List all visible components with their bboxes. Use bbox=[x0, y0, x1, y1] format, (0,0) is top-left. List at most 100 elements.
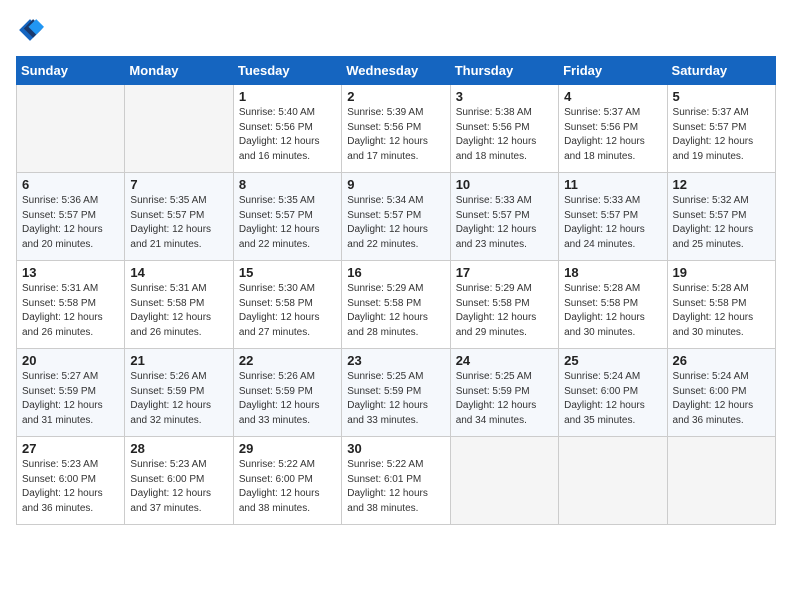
day-number: 8 bbox=[239, 177, 336, 192]
calendar-table: SundayMondayTuesdayWednesdayThursdayFrid… bbox=[16, 56, 776, 525]
calendar-cell: 10 Sunrise: 5:33 AMSunset: 5:57 PMDayligh… bbox=[450, 173, 558, 261]
calendar-cell: 21 Sunrise: 5:26 AMSunset: 5:59 PMDayligh… bbox=[125, 349, 233, 437]
calendar-cell: 7 Sunrise: 5:35 AMSunset: 5:57 PMDaylight… bbox=[125, 173, 233, 261]
day-number: 11 bbox=[564, 177, 661, 192]
calendar-cell: 24 Sunrise: 5:25 AMSunset: 5:59 PMDayligh… bbox=[450, 349, 558, 437]
day-number: 24 bbox=[456, 353, 553, 368]
calendar-cell: 23 Sunrise: 5:25 AMSunset: 5:59 PMDayligh… bbox=[342, 349, 450, 437]
calendar-cell: 25 Sunrise: 5:24 AMSunset: 6:00 PMDayligh… bbox=[559, 349, 667, 437]
calendar-cell: 3 Sunrise: 5:38 AMSunset: 5:56 PMDaylight… bbox=[450, 85, 558, 173]
day-number: 20 bbox=[22, 353, 119, 368]
day-info: Sunrise: 5:38 AMSunset: 5:56 PMDaylight:… bbox=[456, 106, 553, 164]
day-number: 28 bbox=[130, 441, 227, 456]
day-info: Sunrise: 5:34 AMSunset: 5:57 PMDaylight:… bbox=[347, 194, 444, 252]
calendar-header-row: SundayMondayTuesdayWednesdayThursdayFrid… bbox=[17, 57, 776, 85]
day-number: 17 bbox=[456, 265, 553, 280]
calendar-cell: 5 Sunrise: 5:37 AMSunset: 5:57 PMDaylight… bbox=[667, 85, 775, 173]
day-number: 5 bbox=[673, 89, 770, 104]
calendar-cell: 13Sunrise: 5:31 AMSunset: 5:58 PMDayligh… bbox=[17, 261, 125, 349]
col-header-sunday: Sunday bbox=[17, 57, 125, 85]
day-number: 6 bbox=[22, 177, 119, 192]
calendar-cell: 20Sunrise: 5:27 AMSunset: 5:59 PMDayligh… bbox=[17, 349, 125, 437]
day-number: 18 bbox=[564, 265, 661, 280]
calendar-week-row: 27 Sunrise: 5:23 AMSunset: 6:00 PMDayligh… bbox=[17, 437, 776, 525]
calendar-header bbox=[16, 16, 776, 44]
calendar-cell: 15 Sunrise: 5:30 AMSunset: 5:58 PMDayligh… bbox=[233, 261, 341, 349]
day-number: 2 bbox=[347, 89, 444, 104]
day-number: 3 bbox=[456, 89, 553, 104]
day-info: Sunrise: 5:31 AMSunset: 5:58 PMDaylight:… bbox=[130, 282, 227, 340]
day-info: Sunrise: 5:40 AMSunset: 5:56 PMDaylight:… bbox=[239, 106, 336, 164]
day-info: Sunrise: 5:25 AMSunset: 5:59 PMDaylight:… bbox=[347, 370, 444, 428]
day-info: Sunrise: 5:29 AMSunset: 5:58 PMDaylight:… bbox=[347, 282, 444, 340]
day-info: Sunrise: 5:39 AMSunset: 5:56 PMDaylight:… bbox=[347, 106, 444, 164]
day-info: Sunrise: 5:33 AMSunset: 5:57 PMDaylight:… bbox=[564, 194, 661, 252]
day-number: 23 bbox=[347, 353, 444, 368]
calendar-cell: 9 Sunrise: 5:34 AMSunset: 5:57 PMDaylight… bbox=[342, 173, 450, 261]
day-info: Sunrise: 5:29 AMSunset: 5:58 PMDaylight:… bbox=[456, 282, 553, 340]
calendar-cell: 19Sunrise: 5:28 AMSunset: 5:58 PMDayligh… bbox=[667, 261, 775, 349]
calendar-cell: 2 Sunrise: 5:39 AMSunset: 5:56 PMDaylight… bbox=[342, 85, 450, 173]
day-number: 13 bbox=[22, 265, 119, 280]
calendar-cell: 30 Sunrise: 5:22 AMSunset: 6:01 PMDayligh… bbox=[342, 437, 450, 525]
day-number: 16 bbox=[347, 265, 444, 280]
day-info: Sunrise: 5:24 AMSunset: 6:00 PMDaylight:… bbox=[564, 370, 661, 428]
day-number: 30 bbox=[347, 441, 444, 456]
day-info: Sunrise: 5:23 AMSunset: 6:00 PMDaylight:… bbox=[130, 458, 227, 516]
day-number: 29 bbox=[239, 441, 336, 456]
day-info: Sunrise: 5:37 AMSunset: 5:57 PMDaylight:… bbox=[673, 106, 770, 164]
calendar-cell: 16 Sunrise: 5:29 AMSunset: 5:58 PMDayligh… bbox=[342, 261, 450, 349]
day-info: Sunrise: 5:24 AMSunset: 6:00 PMDaylight:… bbox=[673, 370, 770, 428]
day-number: 4 bbox=[564, 89, 661, 104]
day-info: Sunrise: 5:36 AMSunset: 5:57 PMDaylight:… bbox=[22, 194, 119, 252]
day-info: Sunrise: 5:37 AMSunset: 5:56 PMDaylight:… bbox=[564, 106, 661, 164]
calendar-cell bbox=[125, 85, 233, 173]
logo bbox=[16, 16, 44, 44]
calendar-cell bbox=[559, 437, 667, 525]
col-header-wednesday: Wednesday bbox=[342, 57, 450, 85]
day-info: Sunrise: 5:35 AMSunset: 5:57 PMDaylight:… bbox=[130, 194, 227, 252]
calendar-cell: 28 Sunrise: 5:23 AMSunset: 6:00 PMDayligh… bbox=[125, 437, 233, 525]
col-header-friday: Friday bbox=[559, 57, 667, 85]
day-number: 25 bbox=[564, 353, 661, 368]
col-header-monday: Monday bbox=[125, 57, 233, 85]
day-info: Sunrise: 5:23 AMSunset: 6:00 PMDaylight:… bbox=[22, 458, 119, 516]
day-info: Sunrise: 5:30 AMSunset: 5:58 PMDaylight:… bbox=[239, 282, 336, 340]
day-info: Sunrise: 5:35 AMSunset: 5:57 PMDaylight:… bbox=[239, 194, 336, 252]
day-number: 27 bbox=[22, 441, 119, 456]
day-number: 1 bbox=[239, 89, 336, 104]
day-number: 10 bbox=[456, 177, 553, 192]
calendar-week-row: 20Sunrise: 5:27 AMSunset: 5:59 PMDayligh… bbox=[17, 349, 776, 437]
calendar-cell: 11 Sunrise: 5:33 AMSunset: 5:57 PMDayligh… bbox=[559, 173, 667, 261]
day-number: 19 bbox=[673, 265, 770, 280]
day-info: Sunrise: 5:32 AMSunset: 5:57 PMDaylight:… bbox=[673, 194, 770, 252]
calendar-week-row: 6 Sunrise: 5:36 AMSunset: 5:57 PMDaylight… bbox=[17, 173, 776, 261]
day-info: Sunrise: 5:25 AMSunset: 5:59 PMDaylight:… bbox=[456, 370, 553, 428]
calendar-cell: 26 Sunrise: 5:24 AMSunset: 6:00 PMDayligh… bbox=[667, 349, 775, 437]
calendar-cell: 1 Sunrise: 5:40 AMSunset: 5:56 PMDaylight… bbox=[233, 85, 341, 173]
col-header-saturday: Saturday bbox=[667, 57, 775, 85]
day-number: 7 bbox=[130, 177, 227, 192]
calendar-cell: 8 Sunrise: 5:35 AMSunset: 5:57 PMDaylight… bbox=[233, 173, 341, 261]
calendar-cell: 4 Sunrise: 5:37 AMSunset: 5:56 PMDaylight… bbox=[559, 85, 667, 173]
calendar-cell: 6 Sunrise: 5:36 AMSunset: 5:57 PMDaylight… bbox=[17, 173, 125, 261]
day-number: 12 bbox=[673, 177, 770, 192]
day-number: 14 bbox=[130, 265, 227, 280]
calendar-week-row: 1 Sunrise: 5:40 AMSunset: 5:56 PMDaylight… bbox=[17, 85, 776, 173]
day-number: 21 bbox=[130, 353, 227, 368]
day-number: 26 bbox=[673, 353, 770, 368]
logo-icon bbox=[16, 16, 44, 44]
day-number: 22 bbox=[239, 353, 336, 368]
day-number: 15 bbox=[239, 265, 336, 280]
calendar-cell: 18Sunrise: 5:28 AMSunset: 5:58 PMDayligh… bbox=[559, 261, 667, 349]
calendar-cell bbox=[450, 437, 558, 525]
calendar-cell: 27 Sunrise: 5:23 AMSunset: 6:00 PMDayligh… bbox=[17, 437, 125, 525]
calendar-cell bbox=[667, 437, 775, 525]
day-info: Sunrise: 5:26 AMSunset: 5:59 PMDaylight:… bbox=[130, 370, 227, 428]
calendar-cell bbox=[17, 85, 125, 173]
calendar-cell: 29Sunrise: 5:22 AMSunset: 6:00 PMDayligh… bbox=[233, 437, 341, 525]
day-info: Sunrise: 5:22 AMSunset: 6:01 PMDaylight:… bbox=[347, 458, 444, 516]
day-number: 9 bbox=[347, 177, 444, 192]
col-header-tuesday: Tuesday bbox=[233, 57, 341, 85]
day-info: Sunrise: 5:33 AMSunset: 5:57 PMDaylight:… bbox=[456, 194, 553, 252]
